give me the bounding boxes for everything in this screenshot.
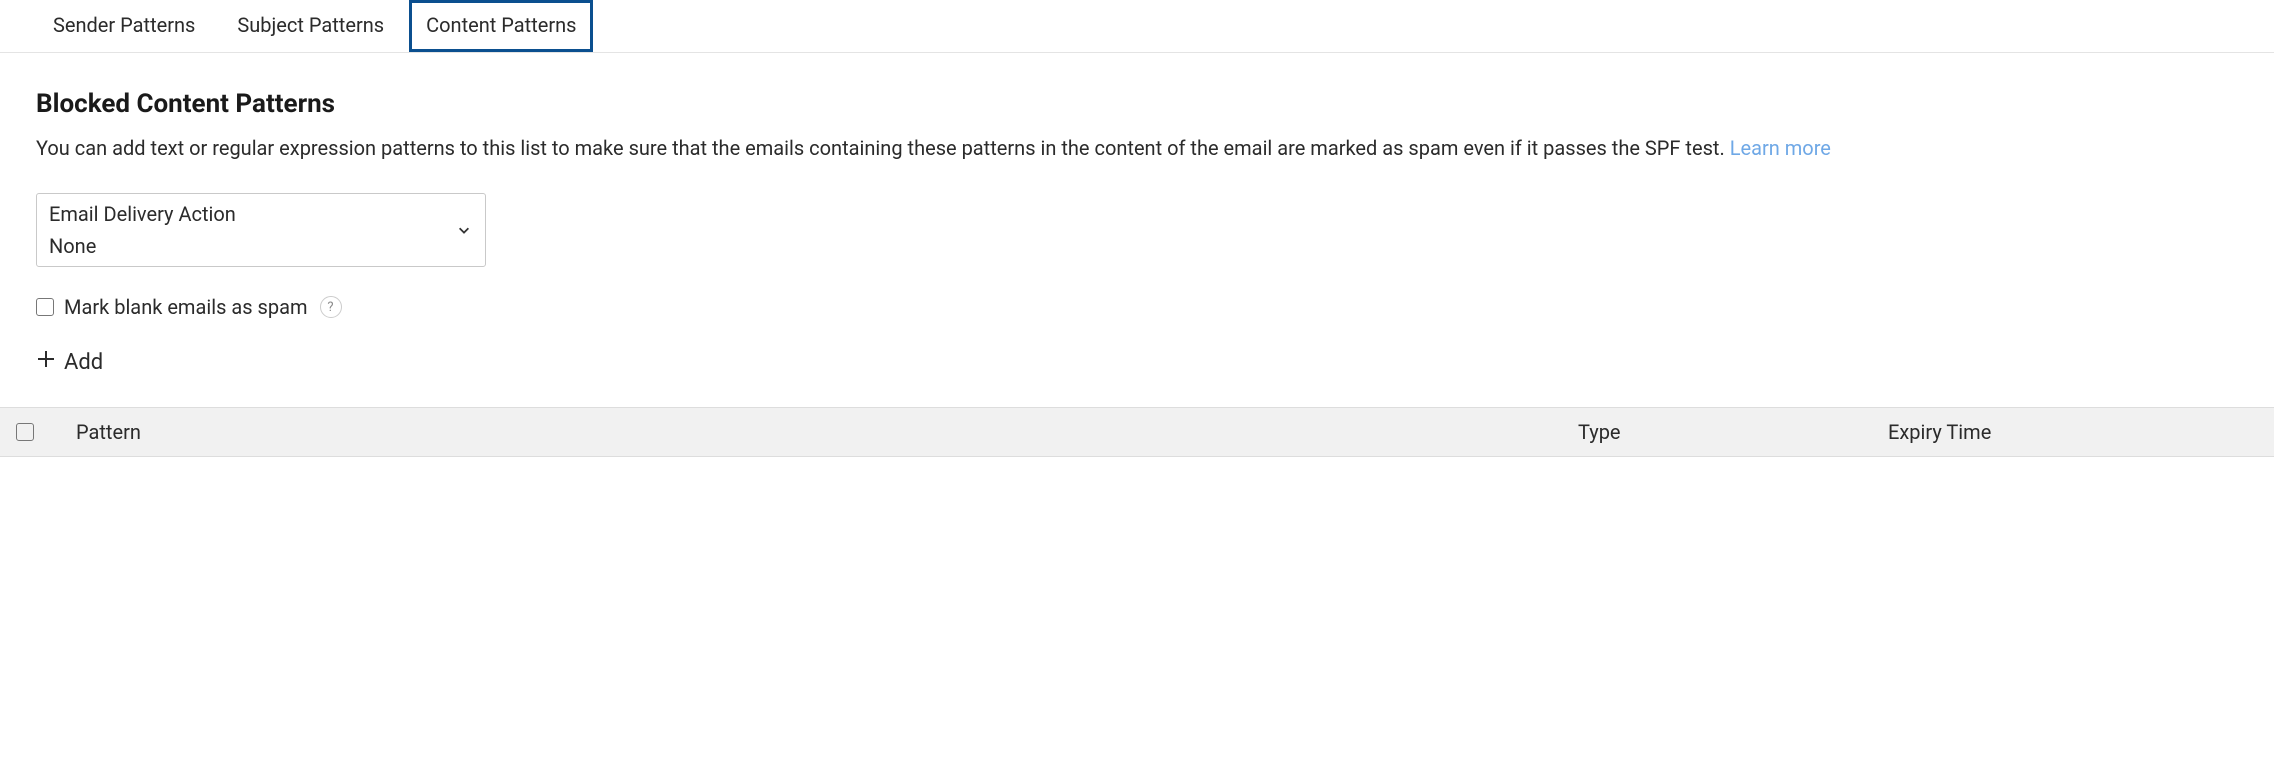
column-header-pattern[interactable]: Pattern	[62, 420, 1578, 444]
mark-blank-label: Mark blank emails as spam	[64, 295, 308, 319]
select-value: None	[49, 234, 445, 258]
select-label: Email Delivery Action	[49, 202, 445, 226]
column-header-expiry[interactable]: Expiry Time	[1888, 420, 2258, 444]
add-button[interactable]: Add	[36, 345, 103, 379]
column-header-type[interactable]: Type	[1578, 420, 1888, 444]
description-text: You can add text or regular expression p…	[36, 136, 1725, 160]
tab-subject-patterns[interactable]: Subject Patterns	[220, 0, 401, 52]
plus-icon	[36, 349, 56, 375]
select-all-checkbox[interactable]	[16, 423, 34, 441]
chevron-down-icon	[457, 218, 471, 242]
tabs-bar: Sender Patterns Subject Patterns Content…	[0, 0, 2274, 53]
content-area: Blocked Content Patterns You can add tex…	[0, 53, 2274, 407]
tab-content-patterns[interactable]: Content Patterns	[409, 0, 593, 52]
table-header: Pattern Type Expiry Time	[0, 407, 2274, 457]
email-delivery-action-select[interactable]: Email Delivery Action None	[36, 193, 486, 267]
help-icon[interactable]: ?	[320, 296, 342, 318]
mark-blank-row: Mark blank emails as spam ?	[36, 295, 2238, 319]
page-description: You can add text or regular expression p…	[36, 133, 2238, 163]
learn-more-link[interactable]: Learn more	[1730, 136, 1831, 160]
mark-blank-checkbox[interactable]	[36, 298, 54, 316]
page-title: Blocked Content Patterns	[36, 89, 2238, 119]
tab-sender-patterns[interactable]: Sender Patterns	[36, 0, 212, 52]
add-button-label: Add	[64, 350, 103, 375]
